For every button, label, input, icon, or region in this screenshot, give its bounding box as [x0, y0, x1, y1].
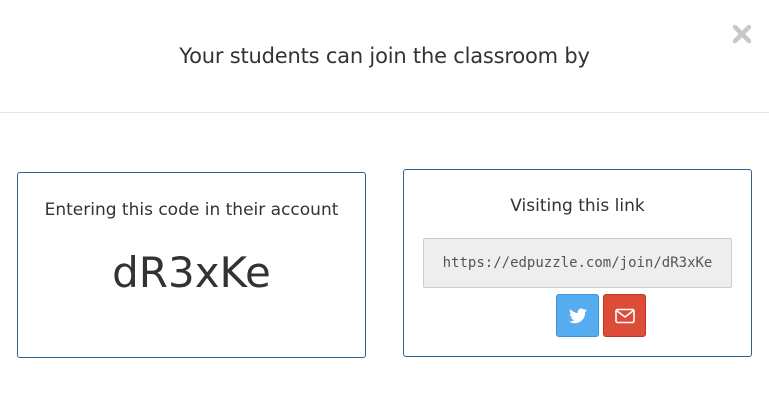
- join-by-link-panel: Visiting this link https://edpuzzle.com/…: [403, 169, 752, 357]
- close-button[interactable]: [730, 22, 754, 46]
- join-classroom-modal: Your students can join the classroom by …: [0, 0, 769, 420]
- code-panel-heading: Entering this code in their account: [44, 200, 339, 220]
- link-panel-heading: Visiting this link: [510, 196, 645, 216]
- twitter-icon: [568, 308, 587, 323]
- join-by-code-panel: Entering this code in their account dR3x…: [17, 172, 366, 358]
- join-link-field[interactable]: https://edpuzzle.com/join/dR3xKe: [423, 238, 732, 288]
- envelope-icon: [614, 308, 635, 323]
- class-code: dR3xKe: [112, 248, 271, 297]
- modal-header: Your students can join the classroom by: [0, 0, 769, 113]
- share-twitter-button[interactable]: [556, 294, 599, 337]
- modal-title: Your students can join the classroom by: [179, 44, 590, 68]
- share-email-button[interactable]: [603, 294, 646, 337]
- close-icon: [732, 24, 752, 44]
